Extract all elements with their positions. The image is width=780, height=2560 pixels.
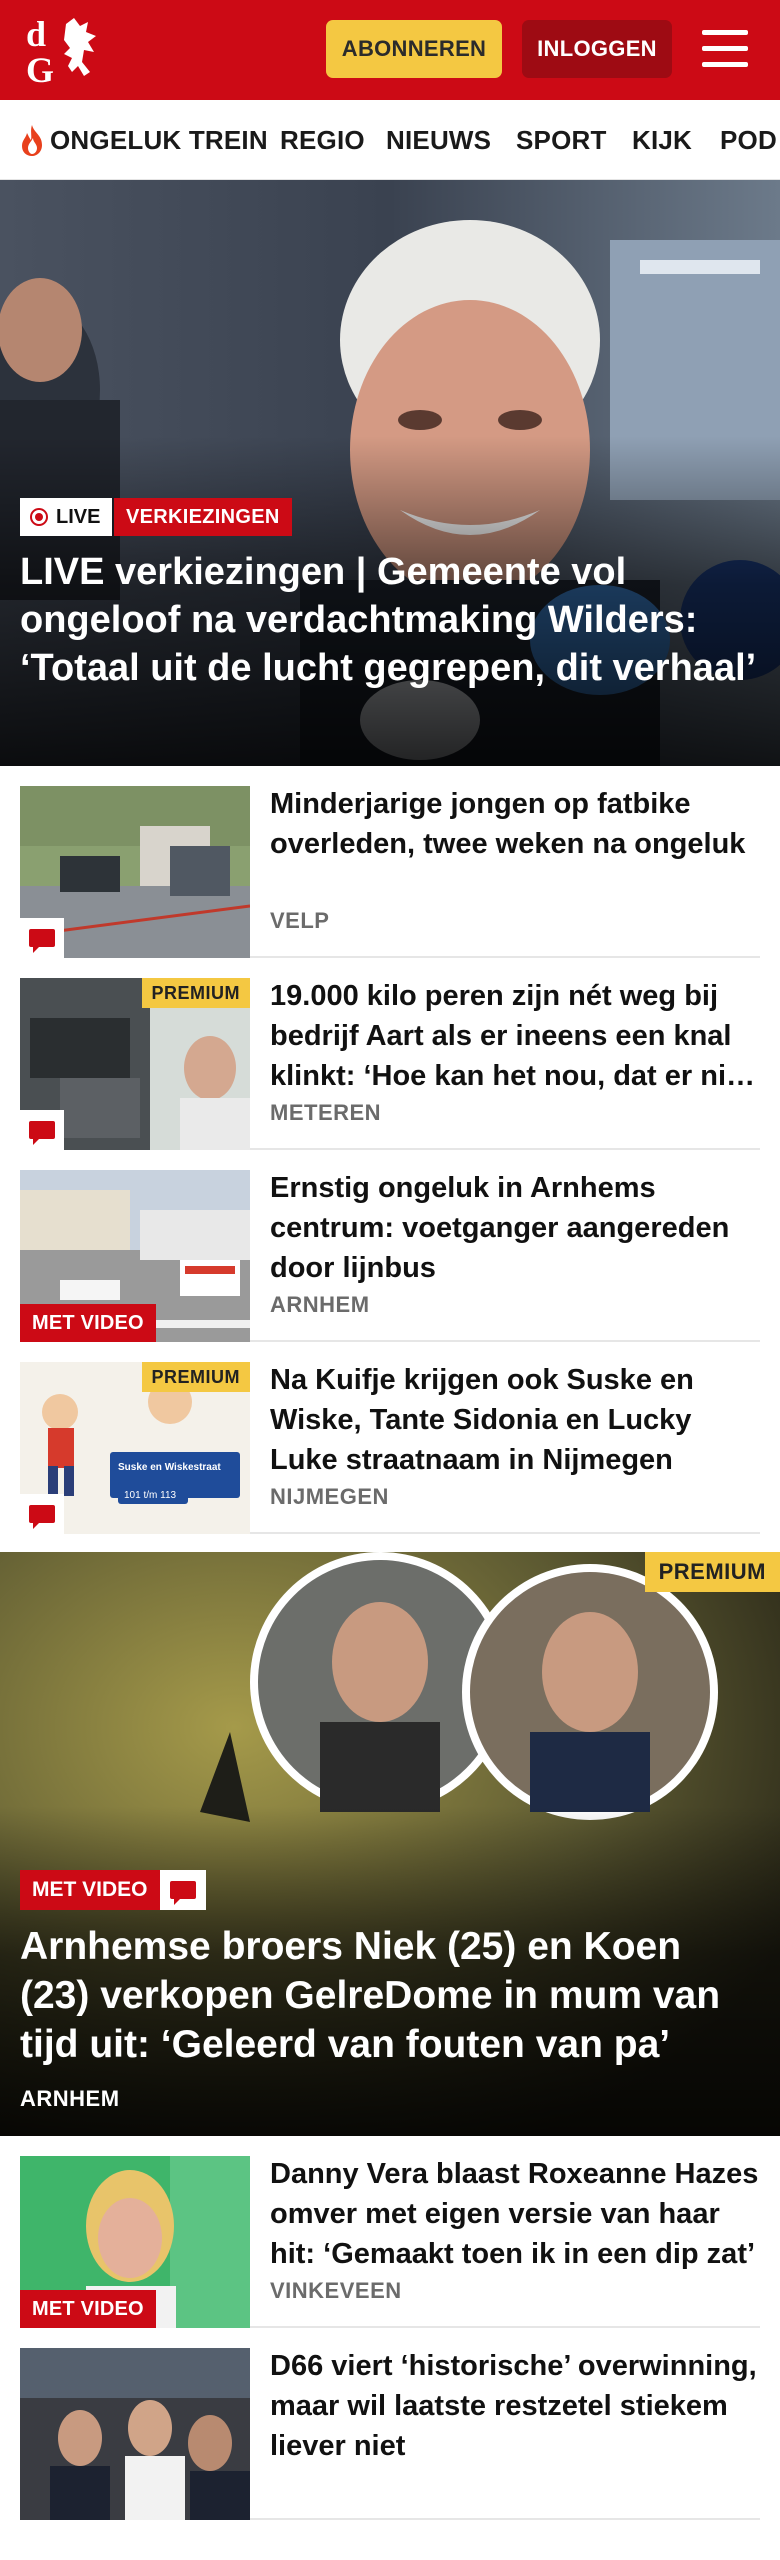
nav-item-label: NIEUWS bbox=[386, 124, 492, 155]
main-navigation: ONGELUK TREIN REGIO NIEUWS SPORT KIJK PO… bbox=[0, 100, 780, 180]
nav-item-kijk[interactable]: KIJK bbox=[632, 100, 693, 179]
live-badge: LIVE bbox=[20, 498, 113, 536]
article-thumbnail: Suske en Wiskestraat 101 t/m 113 PREMIUM bbox=[20, 1362, 250, 1534]
article-title: Na Kuifje krijgen ook Suske en Wiske, Ta… bbox=[270, 1364, 694, 1476]
comment-icon bbox=[20, 1110, 64, 1150]
article-item[interactable]: MET VIDEO Ernstig ongeluk in Arnhems cen… bbox=[20, 1150, 760, 1342]
article-location: VELP bbox=[270, 908, 330, 933]
article-location: ARNHEM bbox=[270, 1292, 370, 1317]
article-title: 19.000 kilo peren zijn nét weg bij bedri… bbox=[270, 980, 759, 1092]
article-location: VINKEVEEN bbox=[270, 2278, 402, 2303]
top-header: d G ABONNEREN INLOGGEN bbox=[0, 0, 780, 100]
nav-item-pod[interactable]: POD bbox=[720, 100, 777, 179]
svg-text:G: G bbox=[26, 50, 54, 88]
nav-item-regio[interactable]: REGIO bbox=[280, 100, 365, 179]
video-badge: MET VIDEO bbox=[20, 1304, 156, 1342]
nav-item-ongeluk-trein[interactable]: ONGELUK TREIN bbox=[18, 100, 268, 179]
article-thumbnail bbox=[20, 2348, 250, 2520]
comment-icon bbox=[20, 1494, 64, 1534]
video-badge: MET VIDEO bbox=[20, 1870, 160, 1910]
comment-icon bbox=[160, 1870, 206, 1910]
article-item[interactable]: D66 viert ‘historische’ overwinning, maa… bbox=[20, 2328, 760, 2520]
article-title: Minderjarige jongen op fatbike overleden… bbox=[270, 788, 746, 860]
article-thumbnail: MET VIDEO bbox=[20, 1170, 250, 1342]
article-location: METEREN bbox=[270, 1100, 382, 1125]
article-item[interactable]: Suske en Wiskestraat 101 t/m 113 PREMIUM… bbox=[20, 1342, 760, 1534]
feature-location: ARNHEM bbox=[20, 2086, 120, 2111]
article-item[interactable]: PREMIUM 19.000 kilo peren zijn nét weg b… bbox=[20, 958, 760, 1150]
video-badge: MET VIDEO bbox=[20, 2290, 156, 2328]
article-item[interactable]: MET VIDEO Danny Vera blaast Roxeanne Haz… bbox=[20, 2136, 760, 2328]
nav-item-label: REGIO bbox=[280, 124, 365, 155]
street-sign-numbers: 101 t/m 113 bbox=[124, 1490, 177, 1501]
article-thumbnail: MET VIDEO bbox=[20, 2156, 250, 2328]
live-dot-icon bbox=[30, 508, 48, 526]
article-title: Ernstig ongeluk in Arnhems centrum: voet… bbox=[270, 1172, 730, 1284]
nav-item-label: POD bbox=[720, 124, 777, 155]
nav-item-label: ONGELUK TREIN bbox=[50, 124, 268, 155]
premium-badge: PREMIUM bbox=[644, 1552, 780, 1592]
hero-title[interactable]: LIVE verkiezingen | Gemeente vol ongeloo… bbox=[20, 548, 760, 692]
category-badge[interactable]: VERKIEZINGEN bbox=[114, 498, 292, 536]
street-sign-name: Suske en Wiskestraat bbox=[118, 1462, 221, 1473]
article-item[interactable]: Minderjarige jongen op fatbike overleden… bbox=[20, 766, 760, 958]
nav-item-sport[interactable]: SPORT bbox=[516, 100, 607, 179]
premium-badge: PREMIUM bbox=[141, 1362, 250, 1392]
hero-article[interactable]: LIVE VERKIEZINGEN LIVE verkiezingen | Ge… bbox=[0, 180, 780, 766]
svg-text:d: d bbox=[26, 14, 46, 54]
nav-item-label: KIJK bbox=[632, 124, 693, 155]
feature-article[interactable]: PREMIUM MET VIDEO Arnhemse broers Niek (… bbox=[0, 1552, 780, 2136]
dg-logo[interactable]: d G bbox=[22, 12, 118, 88]
feature-title[interactable]: Arnhemse broers Niek (25) en Koen (23) v… bbox=[20, 1922, 760, 2069]
hamburger-menu-icon[interactable] bbox=[698, 24, 752, 74]
live-label: LIVE bbox=[56, 505, 101, 528]
nav-item-label: SPORT bbox=[516, 124, 607, 155]
flame-icon bbox=[22, 125, 42, 156]
nav-item-nieuws[interactable]: NIEUWS bbox=[386, 100, 492, 179]
login-button[interactable]: INLOGGEN bbox=[522, 20, 672, 78]
article-thumbnail: PREMIUM bbox=[20, 978, 250, 1150]
subscribe-button[interactable]: ABONNEREN bbox=[326, 20, 502, 78]
article-thumbnail bbox=[20, 786, 250, 958]
article-title: D66 viert ‘historische’ overwinning, maa… bbox=[270, 2350, 757, 2462]
article-location: NIJMEGEN bbox=[270, 1484, 389, 1509]
premium-badge: PREMIUM bbox=[141, 978, 250, 1008]
article-title: Danny Vera blaast Roxeanne Hazes omver m… bbox=[270, 2158, 759, 2270]
comment-icon bbox=[20, 918, 64, 958]
